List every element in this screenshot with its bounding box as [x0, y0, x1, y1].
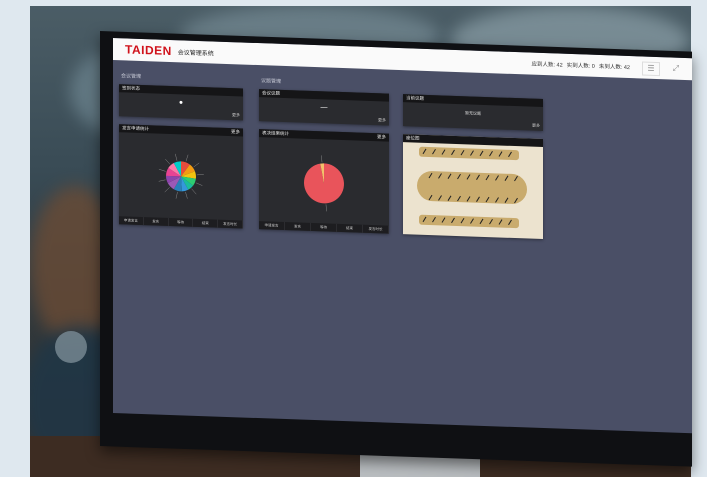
panel-speech-stats: 发言申请统计 更多 申请发言 发言 等待 结束 发言时长: [119, 124, 243, 229]
panel-header: 签到状态: [119, 84, 243, 97]
more-link[interactable]: 更多: [378, 117, 386, 123]
tab[interactable]: 发言: [143, 217, 169, 226]
panel-title: 当前议题: [406, 95, 424, 101]
pie-chart: [304, 155, 344, 212]
seat-row-top: [419, 146, 519, 161]
brand-logo: TAIDEN: [125, 42, 172, 59]
panel-value: 暂无议题: [465, 110, 481, 116]
seat-map: [417, 146, 527, 229]
panel-value: —: [320, 104, 328, 112]
more-link[interactable]: 更多: [232, 112, 240, 118]
conference-table: [417, 171, 527, 204]
tab[interactable]: 发言时长: [218, 219, 243, 229]
tab[interactable]: 申请发言: [119, 216, 144, 226]
pie-leader-line: [325, 204, 327, 212]
pie-leader-line: [175, 191, 178, 199]
list-icon[interactable]: ☰: [642, 61, 660, 77]
panel-title: 签到状态: [122, 85, 140, 91]
pie-leader-line: [196, 174, 204, 176]
stat-absent: 未到人数: 42: [598, 63, 630, 72]
pie-leader-line: [164, 187, 170, 193]
pie-leader-line: [185, 191, 188, 199]
section-title: 会议管理: [121, 73, 142, 80]
pie-leader-line: [185, 154, 189, 162]
pie-leader-line: [175, 153, 178, 161]
panel-header: 当前议题: [403, 94, 543, 108]
attendance-stats: 应到人数: 42 实到人数: 0 未到人数: 42: [532, 60, 631, 71]
pie-leader-line: [321, 155, 323, 163]
pie-leader-line: [158, 168, 166, 172]
panel-header: 会议议题: [259, 89, 389, 102]
tab[interactable]: 等待: [168, 217, 194, 227]
stat-expected: 应到人数: 42: [531, 61, 563, 69]
app-title: 会议管理系统: [177, 49, 214, 58]
pie-chart: [158, 153, 204, 199]
knob: [55, 331, 87, 363]
monitor-screen: TAIDEN 会议管理系统 应到人数: 42 实到人数: 0 未到人数: 42 …: [113, 38, 692, 434]
pie-leader-line: [193, 162, 200, 168]
expand-icon[interactable]: ⤢: [668, 62, 684, 75]
panel-vote-stats: 表决结果统计 更多 申请发言 发言 等待 结束 发言时长: [259, 129, 389, 234]
pie-leader-line: [158, 179, 166, 182]
tab[interactable]: 等待: [311, 222, 337, 232]
pie-leader-line: [195, 182, 203, 186]
tab[interactable]: 结束: [193, 218, 219, 228]
tab[interactable]: 结束: [337, 223, 363, 233]
tab[interactable]: 发言: [285, 222, 311, 231]
pie-leader-line: [191, 188, 197, 195]
section-title: 议题管理: [261, 78, 282, 85]
panel-current-topic: 当前议题 暂无议题 更多: [403, 94, 543, 132]
seat-row-bottom: [419, 214, 519, 229]
tab[interactable]: 发言时长: [363, 224, 389, 234]
tab[interactable]: 申请发言: [259, 221, 285, 231]
panel-title: 会议议题: [262, 90, 280, 96]
stat-present: 实到人数: 0: [566, 62, 595, 70]
panel-value: ●: [178, 99, 184, 107]
more-link[interactable]: 更多: [532, 123, 540, 129]
panel-checkin: 签到状态 ● 更多: [119, 84, 243, 121]
pie-leader-line: [165, 158, 171, 165]
panel-seat-map: 座位图: [403, 134, 543, 240]
panel-agenda: 会议议题 — 更多: [259, 89, 389, 126]
